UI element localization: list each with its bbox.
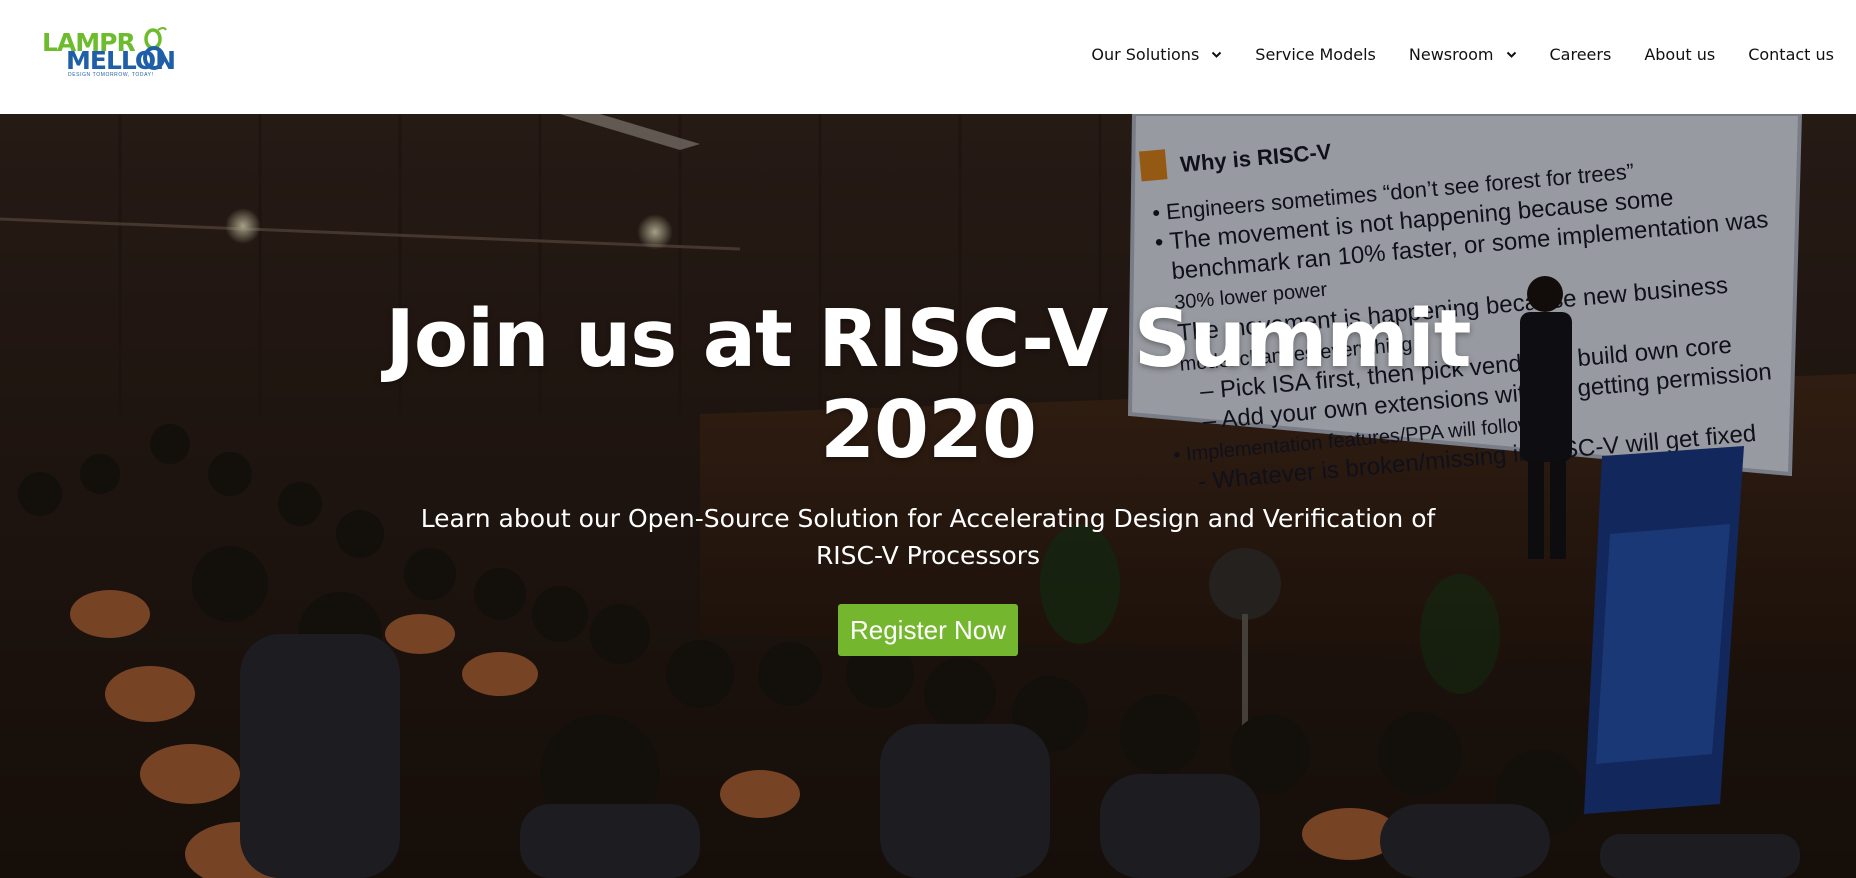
register-now-button[interactable]: Register Now — [838, 604, 1018, 656]
nav-item-label: Newsroom — [1408, 45, 1494, 64]
hero-banner: Why is RISC-V • Engineers sometimes “don… — [0, 114, 1856, 878]
nav-item-our-solutions[interactable]: Our Solutions — [1091, 45, 1222, 64]
nav-item-careers[interactable]: Careers — [1550, 45, 1612, 64]
chevron-down-icon — [1506, 51, 1516, 58]
nav-item-label: About us — [1644, 45, 1716, 64]
logo-text-bottom: MELLON — [66, 46, 176, 75]
nav-item-label: Careers — [1549, 45, 1612, 64]
main-nav: Our Solutions Service Models Newsroom Ca… — [1058, 45, 1834, 64]
company-logo[interactable]: LAMPR MELLON DESIGN TOMORROW, TODAY! — [40, 24, 192, 80]
nav-item-about-us[interactable]: About us — [1644, 45, 1715, 64]
nav-item-contact-us[interactable]: Contact us — [1748, 45, 1834, 64]
site-header: LAMPR MELLON DESIGN TOMORROW, TODAY! Our… — [0, 0, 1856, 114]
nav-item-label: Contact us — [1748, 45, 1834, 64]
hero-title: Join us at RISC-V Summit 2020 — [385, 293, 1471, 476]
chevron-down-icon — [1212, 51, 1222, 58]
nav-item-service-models[interactable]: Service Models — [1255, 45, 1376, 64]
nav-item-label: Our Solutions — [1091, 45, 1200, 64]
hero-subtitle: Learn about our Open-Source Solution for… — [420, 504, 1436, 570]
hero-dark-overlay — [0, 114, 1856, 878]
nav-item-newsroom[interactable]: Newsroom — [1409, 45, 1517, 64]
nav-item-label: Service Models — [1255, 45, 1376, 64]
logo-tagline: DESIGN TOMORROW, TODAY! — [68, 72, 154, 78]
